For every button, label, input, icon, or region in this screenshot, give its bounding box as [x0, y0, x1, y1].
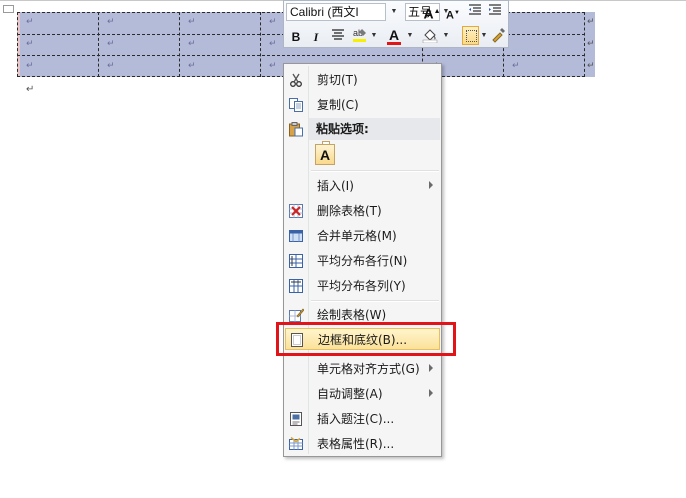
menu-item-merge-cells[interactable]: 合并单元格(M): [285, 225, 440, 247]
table-border: [260, 12, 261, 77]
menu-item-copy[interactable]: 复制(C): [285, 94, 440, 116]
increase-indent-icon[interactable]: [486, 3, 504, 21]
scissors-icon: [288, 72, 304, 88]
row-end-mark: ↵: [587, 60, 595, 70]
distribute-rows-icon: [288, 253, 304, 269]
menu-item-autofit[interactable]: 自动调整(A): [285, 383, 440, 405]
cell-mark: ↵: [188, 16, 196, 26]
cell-mark: ↵: [26, 16, 34, 26]
row-end-mark: ↵: [587, 38, 595, 48]
paragraph-mark: ↵: [26, 84, 35, 95]
caption-icon: [288, 411, 304, 427]
delete-table-icon: [288, 203, 304, 219]
menu-item-label: 绘制表格(W): [317, 308, 387, 322]
table-move-handle[interactable]: [3, 5, 14, 13]
menu-item-label: 剪切(T): [317, 73, 358, 87]
table-border: [98, 12, 99, 77]
grow-font-button[interactable]: A▲: [423, 3, 441, 22]
shading-icon[interactable]: [421, 27, 439, 45]
cell-mark: ↵: [269, 38, 277, 48]
submenu-arrow-icon: [429, 389, 433, 397]
cell-mark: ↵: [269, 60, 277, 70]
distribute-columns-icon: [288, 278, 304, 294]
draw-table-icon: [288, 307, 305, 323]
menu-item-cut[interactable]: 剪切(T): [285, 69, 440, 91]
menu-item-label: 自动调整(A): [317, 387, 383, 401]
menu-item-insert[interactable]: 插入(I): [285, 175, 440, 197]
format-painter-icon[interactable]: [489, 27, 507, 45]
menu-item-label: 表格属性(R)...: [317, 437, 395, 451]
decrease-indent-icon[interactable]: [466, 3, 484, 21]
menu-item-insert-caption[interactable]: 插入题注(C)...: [285, 408, 440, 430]
shrink-font-button[interactable]: A▼: [444, 4, 462, 22]
menu-item-distribute-columns[interactable]: 平均分布各列(Y): [285, 275, 440, 297]
menu-item-label: 复制(C): [317, 98, 359, 112]
cell-mark: ↵: [188, 60, 196, 70]
menu-item-label: 平均分布各列(Y): [317, 279, 406, 293]
mini-toolbar: Calibri (西文I ▼ 五号 ▼ A▲ A▼ B I ab ▼ A ▼ ▼…: [283, 0, 509, 48]
font-name-dropdown-icon[interactable]: ▼: [389, 3, 399, 21]
menu-item-table-properties[interactable]: 表格属性(R)...: [285, 433, 440, 455]
submenu-arrow-icon: [429, 364, 433, 372]
paste-options-header: 粘贴选项:: [309, 118, 440, 140]
paste-options-label: 粘贴选项:: [316, 122, 369, 136]
menu-item-label: 合并单元格(M): [317, 229, 397, 243]
highlight-dropdown-icon[interactable]: ▼: [369, 27, 379, 45]
borders-dropdown-icon[interactable]: ▼: [479, 27, 489, 45]
cell-mark: ↵: [107, 38, 115, 48]
font-color-button[interactable]: A: [385, 26, 403, 45]
menu-item-label: 删除表格(T): [317, 204, 382, 218]
menu-item-label: 插入题注(C)...: [317, 412, 395, 426]
cell-mark: ↵: [107, 16, 115, 26]
menu-item-distribute-rows[interactable]: 平均分布各行(N): [285, 250, 440, 272]
table-border: [17, 12, 18, 77]
italic-button[interactable]: I: [307, 28, 325, 46]
copy-icon: [288, 97, 304, 113]
submenu-arrow-icon: [429, 181, 433, 189]
cell-mark: ↵: [269, 16, 277, 26]
menu-item-label: 单元格对齐方式(G): [317, 362, 420, 376]
center-align-icon[interactable]: [329, 28, 347, 46]
highlight-icon[interactable]: ab: [351, 27, 369, 45]
shading-dropdown-icon[interactable]: ▼: [441, 27, 451, 45]
cell-mark: ↵: [26, 38, 34, 48]
context-menu: 剪切(T) 复制(C) 粘贴选项: A 插入(I) 删除表格(T) 合并单元格(…: [283, 63, 442, 457]
menu-item-label: 平均分布各行(N): [317, 254, 408, 268]
row-end-mark: ↵: [587, 16, 595, 26]
cell-mark: ↵: [188, 38, 196, 48]
font-name-field[interactable]: Calibri (西文I: [286, 3, 386, 21]
menu-item-delete-table[interactable]: 删除表格(T): [285, 200, 440, 222]
cell-mark: ↵: [512, 60, 520, 70]
bold-button[interactable]: B: [287, 28, 305, 46]
menu-item-label: 插入(I): [317, 179, 354, 193]
menu-separator: [311, 170, 439, 172]
cell-mark: ↵: [26, 60, 34, 70]
font-color-dropdown-icon[interactable]: ▼: [405, 27, 415, 45]
table-border: [179, 12, 180, 77]
menu-separator: [311, 300, 439, 302]
paste-icon: [288, 121, 304, 137]
menu-item-cell-alignment[interactable]: 单元格对齐方式(G): [285, 358, 440, 380]
table-border: [17, 55, 585, 56]
borders-button[interactable]: [462, 26, 479, 45]
table-properties-icon: [288, 436, 304, 452]
cell-mark: ↵: [107, 60, 115, 70]
annotation-highlight-box: [276, 322, 456, 356]
paste-keep-text-button[interactable]: A: [315, 144, 335, 165]
merge-cells-icon: [288, 228, 304, 244]
